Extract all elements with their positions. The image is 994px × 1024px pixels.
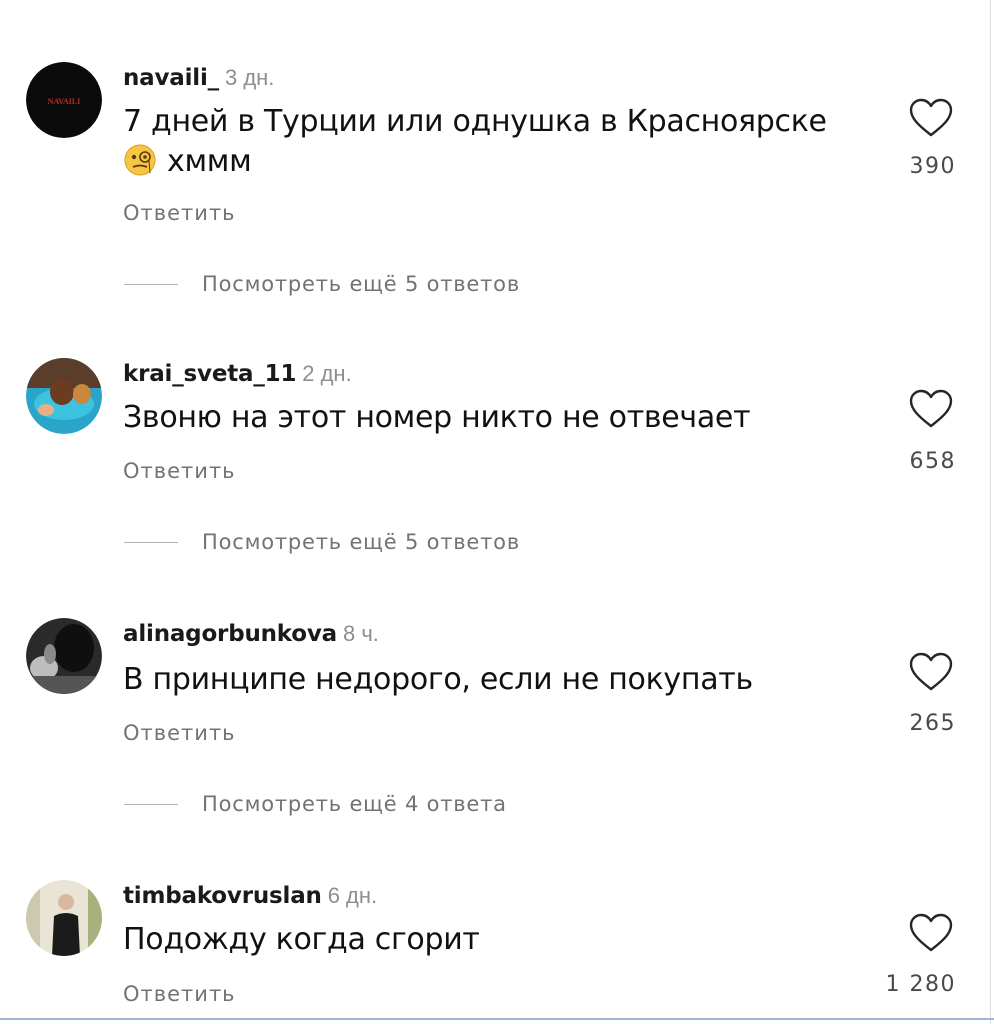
view-more-label: Посмотреть ещё 5 ответов <box>202 272 521 296</box>
view-more-replies-button[interactable]: Посмотреть ещё 5 ответов <box>124 530 520 554</box>
right-border <box>990 0 991 1024</box>
avatar[interactable] <box>26 618 102 694</box>
comment-meta: alinagorbunkova 8 ч. <box>123 618 379 649</box>
like-count: 658 <box>909 449 956 474</box>
comment-meta: krai_sveta_11 2 дн. <box>123 358 352 389</box>
avatar-timbakovruslan-image <box>26 880 102 956</box>
comments-page: NAVAILI navaili_ 3 дн. 7 дней в Турции ил… <box>0 0 994 1024</box>
timestamp: 2 дн. <box>302 361 352 386</box>
avatar[interactable] <box>26 358 102 434</box>
timestamp: 8 ч. <box>343 621 379 646</box>
view-more-label: Посмотреть ещё 5 ответов <box>202 530 521 554</box>
heart-outline-icon[interactable] <box>908 651 954 693</box>
avatar[interactable] <box>26 880 102 956</box>
like-count: 1 280 <box>885 972 956 997</box>
view-more-label: Посмотреть ещё 4 ответа <box>202 792 507 816</box>
comment-meta: timbakovruslan 6 дн. <box>123 880 377 911</box>
comment-text: Звоню на этот номер никто не отвечает <box>123 400 751 435</box>
timestamp: 6 дн. <box>327 883 378 908</box>
username[interactable]: alinagorbunkova <box>123 621 337 647</box>
view-more-replies-button[interactable]: Посмотреть ещё 4 ответа <box>124 792 507 816</box>
reply-button[interactable]: Ответить <box>123 721 236 745</box>
avatar-alinagorbunkova-image <box>26 618 102 694</box>
heart-outline-icon[interactable] <box>908 912 954 954</box>
view-more-replies-button[interactable]: Посмотреть ещё 5 ответов <box>124 272 520 296</box>
divider-line <box>124 283 178 285</box>
username[interactable]: krai_sveta_11 <box>123 361 296 387</box>
comment-text: В принципе недорого, если не покупать <box>123 662 753 697</box>
username[interactable]: timbakovruslan <box>123 883 322 909</box>
comment-text: Подожду когда сгорит <box>123 922 480 957</box>
like-count: 265 <box>909 711 956 736</box>
bottom-divider <box>0 1018 994 1020</box>
reply-button[interactable]: Ответить <box>123 459 236 483</box>
heart-outline-icon[interactable] <box>908 388 954 430</box>
avatar-krai-sveta-image <box>26 358 102 434</box>
divider-line <box>124 803 178 805</box>
reply-button[interactable]: Ответить <box>123 982 236 1006</box>
comment-item: timbakovruslan 6 дн. Подожду когда сгорит… <box>0 0 994 1006</box>
divider-line <box>124 541 178 543</box>
